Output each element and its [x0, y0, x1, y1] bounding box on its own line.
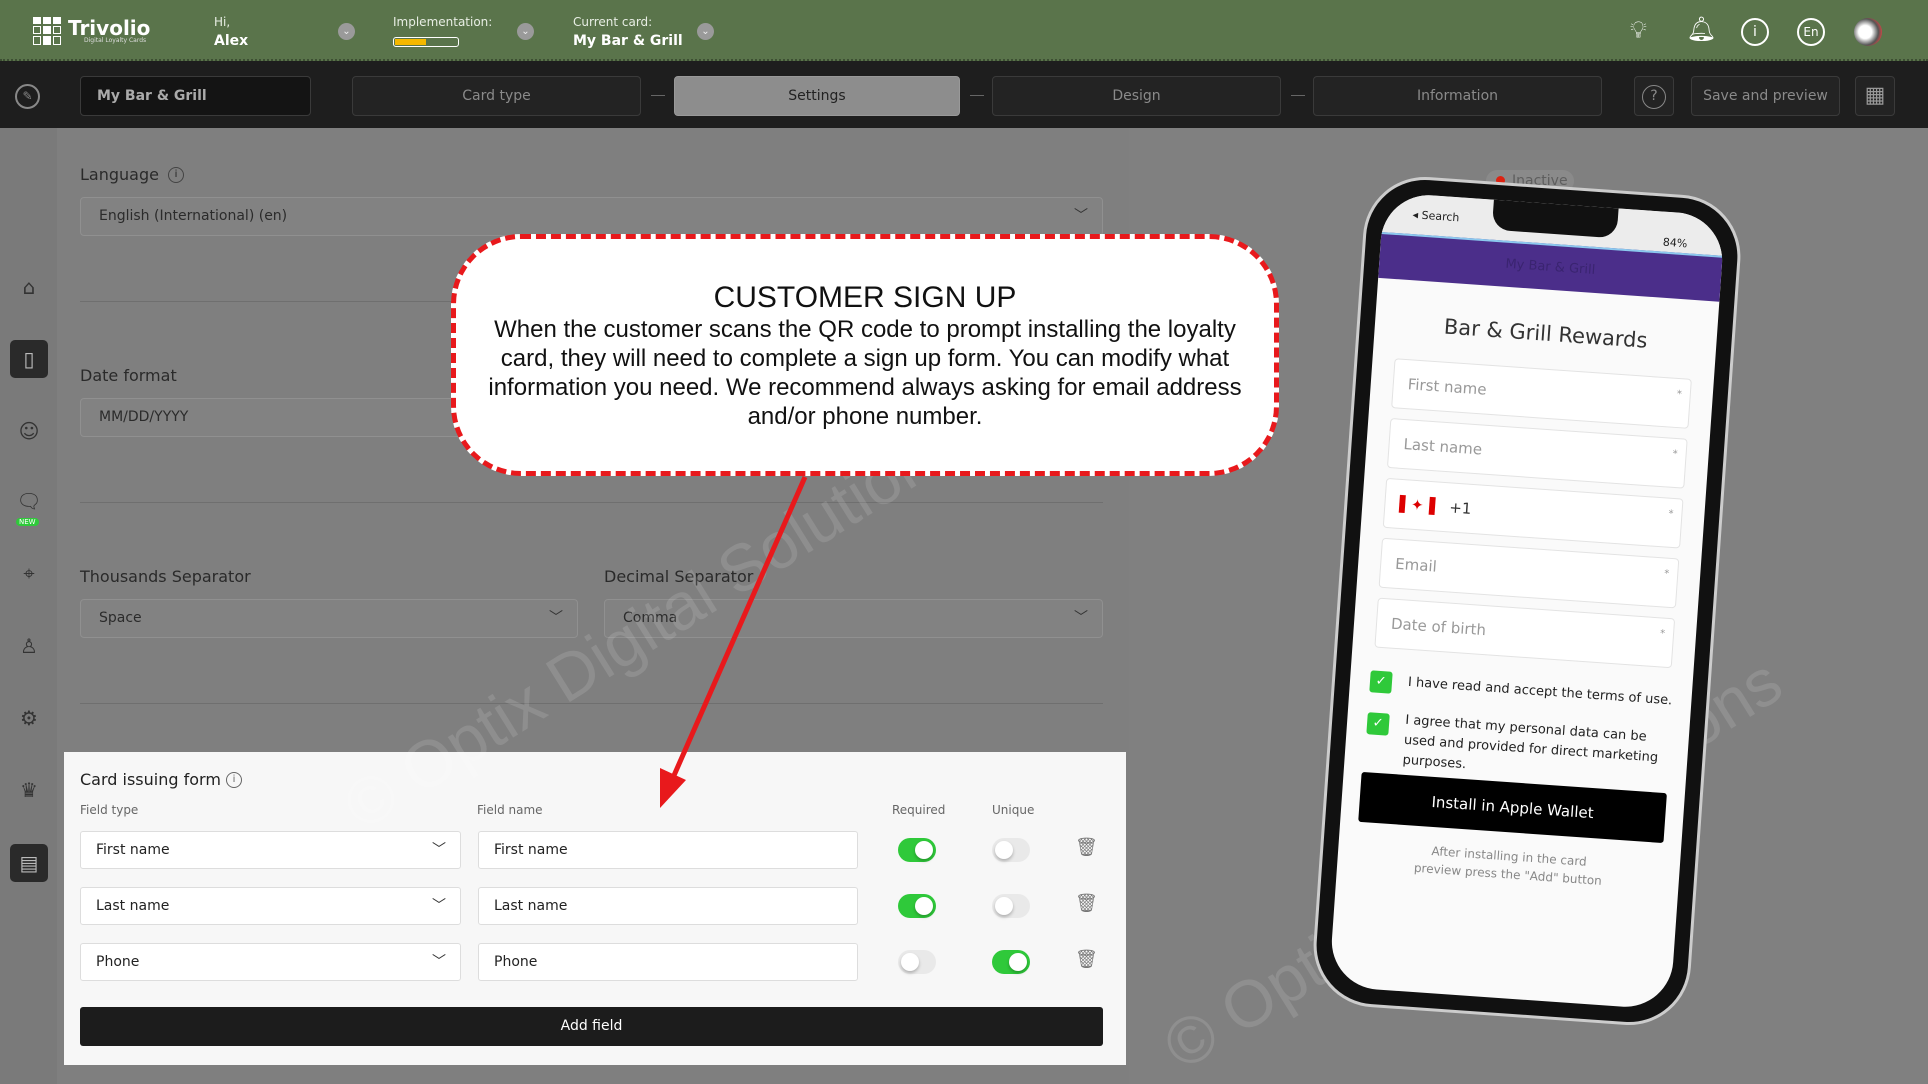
arrow-line: [669, 475, 808, 782]
callout-arrow: [660, 475, 808, 808]
arrow-head-icon: [660, 768, 686, 808]
